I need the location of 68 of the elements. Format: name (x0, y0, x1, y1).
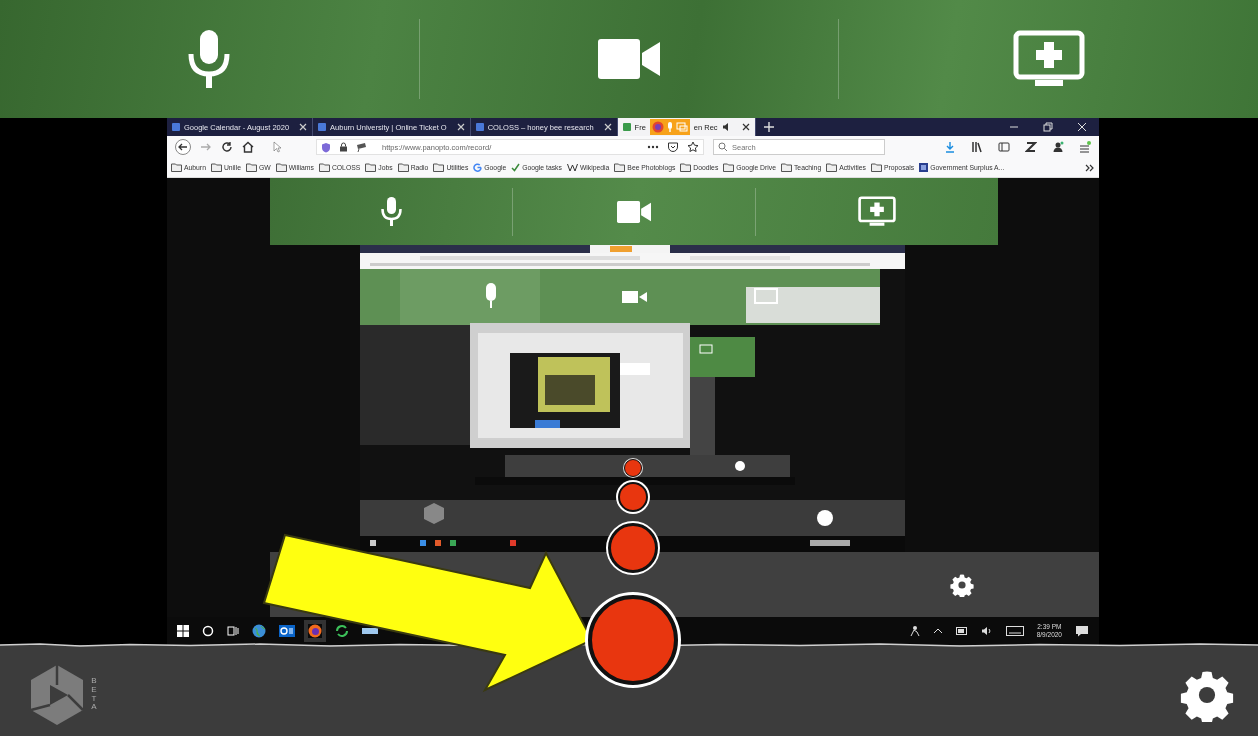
folder-icon (680, 163, 692, 172)
task-view-icon[interactable] (227, 625, 239, 637)
hexagon-play-logo-icon (28, 662, 86, 727)
lock-icon (339, 142, 348, 152)
close-icon[interactable] (741, 123, 750, 131)
restore-icon[interactable] (1043, 122, 1053, 132)
search-icon[interactable] (202, 625, 214, 637)
camera-button[interactable] (598, 39, 660, 79)
globe-icon[interactable] (252, 624, 266, 638)
add-screen-button[interactable] (1012, 30, 1085, 88)
folder-icon (210, 163, 222, 172)
search-icon (718, 142, 728, 152)
folder-icon (365, 163, 377, 172)
window-icon (675, 121, 688, 133)
new-tab-icon[interactable] (763, 122, 774, 132)
windows-start-icon[interactable] (177, 625, 189, 637)
shield-icon (321, 141, 331, 153)
mouse-cursor-icon (273, 141, 281, 153)
star-icon[interactable] (687, 141, 699, 153)
folder-icon (397, 163, 409, 172)
folder-icon (433, 163, 445, 172)
notification-icon[interactable] (1075, 625, 1089, 637)
monitor-plus-icon (1012, 30, 1085, 88)
app-icon[interactable] (362, 626, 378, 636)
library-icon[interactable] (971, 141, 983, 153)
keyboard-icon[interactable] (1005, 626, 1024, 636)
video-camera-icon (617, 200, 651, 223)
camera-button[interactable] (617, 200, 651, 223)
account-icon[interactable] (1052, 141, 1064, 153)
caret-icon[interactable] (932, 627, 943, 635)
record-button[interactable] (624, 459, 642, 477)
microphone-button[interactable] (379, 196, 403, 227)
checkmark-icon (511, 163, 521, 172)
sidebar-icon[interactable] (998, 141, 1010, 153)
reload-icon[interactable] (221, 141, 233, 153)
add-screen-button[interactable] (858, 196, 896, 227)
wikipedia-w-icon (566, 163, 578, 172)
microphone-icon (379, 196, 403, 227)
folder-icon (275, 163, 287, 172)
outlook-icon[interactable] (279, 624, 295, 638)
google-icon (473, 163, 483, 172)
sync-icon[interactable] (335, 624, 349, 638)
folder-icon (245, 163, 257, 172)
folder-icon (723, 163, 735, 172)
battery-icon[interactable] (955, 627, 968, 635)
site-icon (919, 163, 929, 172)
menu-icon[interactable] (1079, 140, 1091, 154)
zotero-z-icon[interactable] (1025, 141, 1037, 153)
back-icon[interactable] (175, 139, 191, 155)
folder-icon (871, 163, 882, 172)
chevron-icon[interactable] (1085, 163, 1095, 172)
speaker-icon[interactable] (980, 626, 993, 636)
download-icon[interactable] (944, 141, 956, 153)
pocket-icon[interactable] (667, 141, 679, 153)
home-icon[interactable] (242, 141, 254, 153)
more-icon[interactable] (647, 145, 659, 149)
record-button[interactable] (618, 482, 648, 512)
video-camera-icon (598, 39, 660, 79)
browser-logo-icon (651, 121, 664, 133)
folder-icon (780, 163, 792, 172)
beta-label: BETA (90, 676, 98, 713)
folder-icon (171, 163, 182, 172)
folder-icon (826, 163, 838, 172)
folder-icon (614, 163, 626, 172)
folder-icon (318, 163, 330, 172)
person-icon[interactable] (909, 625, 920, 637)
monitor-plus-icon (858, 196, 896, 227)
settings-icon[interactable] (950, 572, 974, 597)
